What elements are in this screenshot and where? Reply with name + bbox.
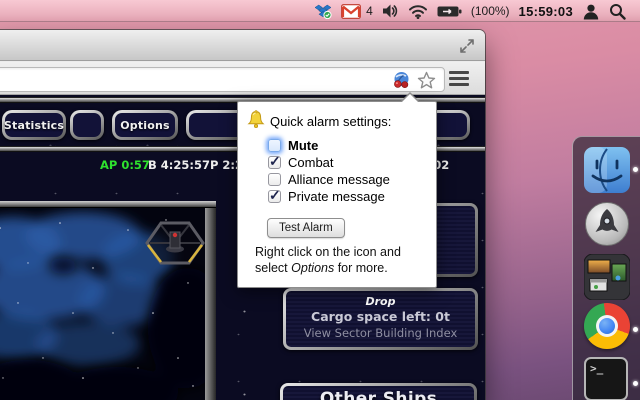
menu-bar-line — [449, 83, 469, 86]
map-border-right — [205, 208, 216, 400]
hint-line2-pre: select — [255, 260, 292, 275]
combat-checkbox[interactable] — [268, 153, 281, 170]
popup-arrow — [401, 93, 419, 103]
menu-bar-line — [449, 71, 469, 74]
checkbox-row-private: Private message — [268, 187, 390, 205]
checkbox-row-mute: Mute — [268, 137, 390, 154]
bell-icon — [247, 110, 265, 129]
map-border-top — [0, 201, 216, 208]
nav-button-statistics[interactable]: Statistics — [2, 110, 66, 140]
address-bar[interactable] — [0, 67, 445, 92]
resize-icon[interactable] — [460, 39, 474, 53]
menu-clock[interactable]: 15:59:03 — [519, 4, 573, 19]
private-message-label: Private message — [288, 189, 385, 204]
action-points: AP 0:57 — [100, 158, 150, 172]
cargo-space-label: Cargo space left: 0t — [311, 309, 450, 324]
drop-title: Drop — [365, 295, 396, 308]
dock: >_ — [572, 136, 640, 400]
hint-options-word: Options — [291, 260, 335, 275]
popup-title: Quick alarm settings: — [270, 114, 392, 129]
volume-menu-icon[interactable] — [382, 3, 399, 19]
alarm-settings-popup: Quick alarm settings: Mute Combat Allian… — [237, 92, 437, 288]
dock-finder-icon[interactable] — [584, 147, 630, 193]
window-titlebar[interactable] — [0, 30, 485, 61]
chrome-running-dot — [633, 327, 638, 332]
status-b-timer: B 4:25:57 — [148, 158, 210, 172]
alliance-message-label: Alliance message — [288, 172, 390, 187]
dropbox-menu-icon[interactable] — [314, 3, 332, 19]
hint-line1: Right click on the icon and — [255, 245, 401, 259]
dock-launchpad-icon[interactable] — [584, 201, 630, 247]
gmail-unread-count: 4 — [366, 4, 373, 18]
gmail-menu-icon[interactable] — [341, 3, 362, 19]
desktop: Statistics Options AP 0:57 B 4:25:57 P 2… — [0, 0, 640, 400]
dock-terminal-icon[interactable]: >_ — [584, 357, 630, 400]
checkbox-row-combat: Combat — [268, 153, 390, 171]
dock-screenshot-tool-icon[interactable] — [583, 253, 631, 301]
map-canvas[interactable] — [0, 208, 205, 400]
terminal-prompt-glyph: >_ — [584, 357, 628, 400]
hex-station-icon[interactable] — [145, 221, 205, 265]
private-message-checkbox[interactable] — [268, 187, 281, 204]
menu-bar-line — [449, 77, 469, 80]
user-menu-icon[interactable] — [582, 3, 600, 20]
checkbox-list: Mute Combat Alliance message Private mes… — [268, 137, 390, 205]
finder-running-dot — [633, 167, 638, 172]
sector-map[interactable] — [0, 201, 216, 400]
alliance-message-checkbox[interactable] — [268, 173, 281, 186]
dock-chrome-icon[interactable] — [584, 303, 630, 349]
spotlight-search-icon[interactable] — [609, 3, 626, 20]
sector-building-index-link[interactable]: View Sector Building Index — [286, 326, 475, 340]
drop-panel: Drop Cargo space left: 0t View Sector Bu… — [283, 288, 478, 350]
browser-toolbar — [0, 62, 485, 95]
nav-button-options[interactable]: Options — [112, 110, 178, 140]
wifi-menu-icon[interactable] — [408, 3, 428, 19]
checkbox-row-alliance: Alliance message — [268, 171, 390, 188]
alarm-extension-icon[interactable] — [392, 71, 411, 90]
mute-checkbox[interactable] — [268, 139, 281, 152]
battery-percentage: (100%) — [470, 4, 510, 18]
test-alarm-button[interactable]: Test Alarm — [267, 218, 345, 238]
terminal-running-dot — [633, 381, 638, 386]
bookmark-star-icon[interactable] — [417, 71, 436, 90]
other-ships-panel: Other Ships — [280, 383, 477, 400]
mute-label: Mute — [288, 138, 319, 153]
popup-hint: Right click on the icon and select Optio… — [255, 245, 435, 276]
hint-line2-post: for more. — [334, 260, 388, 275]
other-ships-title: Other Ships — [319, 389, 438, 400]
menu-bar: 4 (100%) 15:59:03 — [0, 0, 640, 22]
combat-label: Combat — [288, 155, 334, 170]
nav-button-blank[interactable] — [70, 110, 104, 140]
battery-menu-icon[interactable] — [437, 5, 462, 18]
chrome-menu-icon[interactable] — [449, 71, 469, 86]
